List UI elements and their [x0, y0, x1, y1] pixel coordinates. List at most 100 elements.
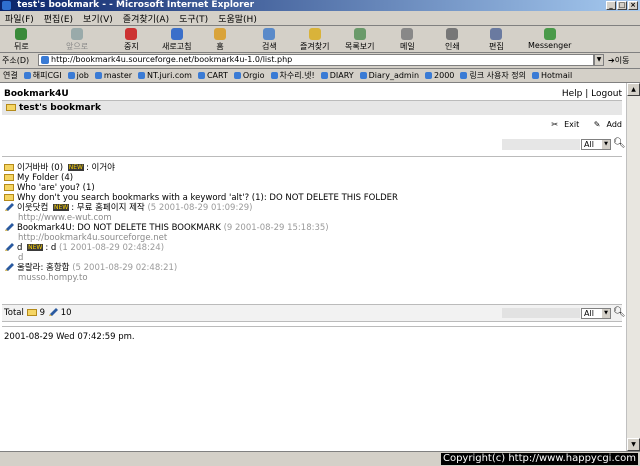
folder-icon: [4, 184, 14, 191]
link-item[interactable]: job: [67, 71, 95, 80]
folder-row[interactable]: Why don't you search bookmarks with a ke…: [4, 193, 624, 203]
mail-button[interactable]: 메일: [400, 28, 415, 52]
refresh-button[interactable]: 새로고침: [162, 28, 191, 52]
page-icon: [41, 56, 49, 64]
page-content: Bookmark4U Help | Logout test's bookmark…: [0, 83, 626, 451]
favorites-button[interactable]: 즐겨찾기: [300, 28, 329, 52]
link-item[interactable]: CART: [197, 71, 234, 80]
folder-row[interactable]: My Folder (4): [4, 173, 624, 183]
stop-icon: [125, 28, 138, 40]
search-row: All ▼ 🔍︎: [2, 138, 626, 152]
messenger-icon: [543, 28, 556, 40]
bookmark-url[interactable]: http://www.e-wut.com: [4, 213, 624, 223]
folder-row[interactable]: Who 'are' you? (1): [4, 183, 624, 193]
link-item[interactable]: 해피CGI: [23, 70, 68, 81]
scroll-up-button[interactable]: ▲: [627, 83, 640, 96]
favorites-icon: [308, 28, 321, 40]
menu-help[interactable]: 도움말(H): [213, 12, 262, 25]
history-button[interactable]: 목록보기: [345, 28, 374, 52]
search-scope-select-bottom[interactable]: All ▼: [581, 308, 611, 319]
current-datetime: 2001-08-29 Wed 07:42:59 pm.: [4, 332, 135, 342]
mail-icon: [401, 28, 414, 40]
menu-tools[interactable]: 도구(T): [174, 12, 213, 25]
address-bar: 주소(D) http://bookmark4u.sourceforge.net/…: [0, 53, 640, 69]
pen-icon: [48, 308, 58, 316]
back-button[interactable]: 뒤로: [14, 28, 29, 52]
back-arrow-icon: [15, 28, 28, 40]
forward-button[interactable]: 앞으로: [66, 28, 88, 52]
brand-title: Bookmark4U: [4, 89, 69, 99]
menu-view[interactable]: 보기(V): [78, 12, 118, 25]
home-button[interactable]: 홈: [214, 28, 226, 52]
edit-icon: [490, 28, 503, 40]
bookmark-row[interactable]: 울랄라: 홈항합 (5 2001-08-29 02:48:21): [4, 263, 624, 273]
current-folder-title: test's bookmark: [19, 103, 101, 113]
add-icon: ✎: [593, 120, 601, 129]
new-badge: NEW: [67, 164, 84, 171]
pen-icon: [5, 243, 14, 251]
links-label: 연결: [3, 71, 18, 80]
maximize-button[interactable]: □: [617, 1, 627, 10]
new-badge: NEW: [27, 244, 44, 251]
links-bar: 연결 해피CGI job master NT.juri.com CART Org…: [0, 69, 640, 83]
address-dropdown[interactable]: ▼: [594, 54, 604, 66]
forward-arrow-icon: [71, 28, 84, 40]
search-icon[interactable]: 🔍︎: [613, 138, 626, 149]
print-button[interactable]: 인쇄: [445, 28, 460, 52]
search-input[interactable]: [502, 139, 580, 150]
edit-button[interactable]: 편집: [489, 28, 504, 52]
link-item[interactable]: 차수리.넷!: [270, 70, 321, 81]
folder-icon: [4, 174, 14, 181]
bookmark-row[interactable]: 이웃닷컴 NEW: 무료 홈페이지 제작 (5 2001-08-29 01:09…: [4, 203, 624, 213]
link-item[interactable]: DIARY: [320, 71, 360, 80]
bookmark-url[interactable]: d: [4, 253, 624, 263]
search-scope-select[interactable]: All ▼: [581, 139, 611, 150]
folder-row[interactable]: 이거바바 (0) NEW: 이거야: [4, 163, 624, 173]
go-button[interactable]: ➔이동: [608, 55, 629, 66]
vertical-scrollbar[interactable]: ▲ ▼: [626, 83, 640, 451]
bookmark-list: 이거바바 (0) NEW: 이거야 My Folder (4) Who 'are…: [4, 163, 624, 283]
menu-favorites[interactable]: 즐겨찾기(A): [118, 12, 174, 25]
pen-icon: [5, 223, 14, 231]
history-icon: [353, 28, 366, 40]
link-item[interactable]: master: [94, 71, 138, 80]
scroll-down-button[interactable]: ▼: [627, 438, 640, 451]
menu-file[interactable]: 파일(F): [0, 12, 39, 25]
exit-button[interactable]: ✂ Exit: [545, 120, 579, 129]
chevron-down-icon: ▼: [602, 309, 610, 318]
search-input-bottom[interactable]: [502, 308, 580, 318]
toolbar: 뒤로 앞으로 중지 새로고침 홈 검색 즐겨찾기 목록보기 메일 인쇄 편집 M…: [0, 26, 640, 53]
menu-edit[interactable]: 편집(E): [39, 12, 78, 25]
bookmark-url[interactable]: musso.hompy.to: [4, 273, 624, 283]
link-item[interactable]: Orgio: [233, 71, 271, 80]
bookmark-row[interactable]: d NEW: d (1 2001-08-29 02:48:24): [4, 243, 624, 253]
stop-button[interactable]: 중지: [124, 28, 139, 52]
help-link[interactable]: Help: [562, 89, 583, 99]
search-icon[interactable]: 🔍︎: [613, 305, 626, 321]
divider: [2, 156, 622, 157]
folder-icon: [26, 309, 37, 316]
minimize-button[interactable]: _: [606, 1, 616, 10]
link-item[interactable]: 2000: [425, 71, 460, 80]
link-item[interactable]: Hotmail: [531, 71, 578, 80]
top-links: Help | Logout: [561, 89, 622, 99]
link-item[interactable]: 링크 사용자 정의: [460, 70, 532, 81]
search-icon: [263, 28, 276, 40]
add-button[interactable]: ✎ Add: [588, 120, 622, 129]
menu-bar: 파일(F) 편집(E) 보기(V) 즐겨찾기(A) 도구(T) 도움말(H): [0, 11, 640, 26]
bookmark-url[interactable]: http://bookmark4u.sourceforge.net: [4, 233, 624, 243]
window-title-bar: test's bookmark - - Microsoft Internet E…: [0, 0, 640, 11]
logout-link[interactable]: Logout: [591, 89, 622, 99]
action-links: ✂ Exit ✎ Add: [539, 120, 622, 129]
link-item[interactable]: Diary_admin: [359, 71, 425, 80]
close-button[interactable]: ×: [628, 1, 638, 10]
folder-icon: [4, 164, 14, 171]
print-icon: [446, 28, 459, 40]
bookmark-row[interactable]: Bookmark4U: DO NOT DELETE THIS BOOKMARK …: [4, 223, 624, 233]
address-label: 주소(D): [2, 56, 30, 65]
folder-icon: [4, 194, 14, 201]
link-item[interactable]: NT.juri.com: [138, 71, 198, 80]
messenger-button[interactable]: Messenger: [528, 28, 571, 50]
search-button[interactable]: 검색: [262, 28, 277, 52]
address-input[interactable]: http://bookmark4u.sourceforge.net/bookma…: [38, 54, 594, 66]
